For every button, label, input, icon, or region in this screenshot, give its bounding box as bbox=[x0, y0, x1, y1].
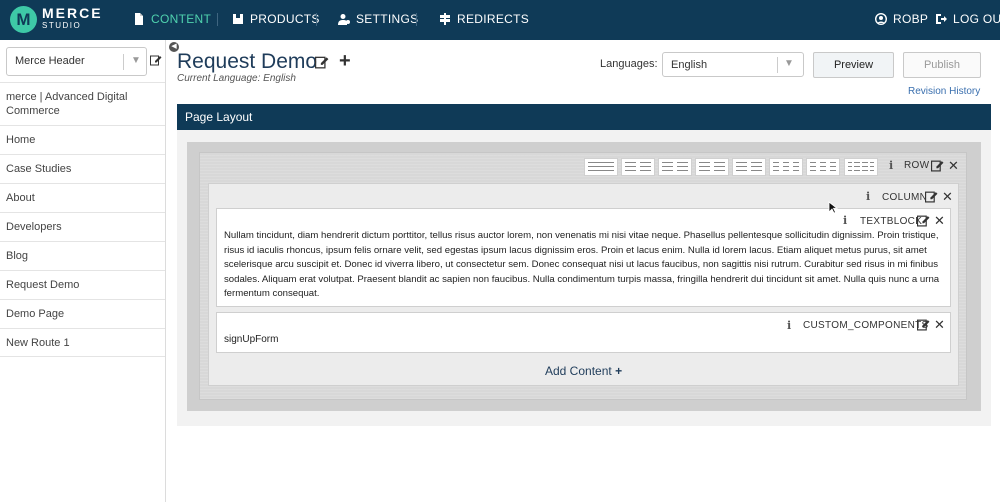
select-divider bbox=[123, 54, 124, 70]
edit-icon[interactable] bbox=[150, 54, 162, 66]
column-preset-6[interactable] bbox=[769, 158, 803, 176]
sidebar-item-new-route-1[interactable]: New Route 1 bbox=[0, 328, 165, 357]
column-preset-1[interactable] bbox=[584, 158, 618, 176]
nav-separator bbox=[217, 13, 218, 26]
sidebar-item-demo-page[interactable]: Demo Page bbox=[0, 299, 165, 328]
sidebar-item-label: Blog bbox=[6, 250, 29, 262]
custom-components-box bbox=[216, 312, 951, 353]
user-gear-icon bbox=[338, 14, 350, 25]
header-select[interactable]: Merce Header ▼ bbox=[6, 47, 147, 76]
column-preset-8[interactable] bbox=[844, 158, 878, 176]
preview-button[interactable]: Preview bbox=[813, 52, 894, 78]
textblock-label: TEXTBLOCK bbox=[860, 216, 923, 227]
textblock-content: Nullam tincidunt, diam hendrerit dictum … bbox=[224, 230, 940, 299]
document-icon bbox=[135, 13, 143, 25]
nav-item-label: REDIRECTS bbox=[457, 12, 530, 26]
box-icon bbox=[233, 14, 243, 24]
add-content-label: Add Content bbox=[545, 364, 612, 378]
sidebar-item-label: Home bbox=[6, 134, 36, 146]
nav-item-settings[interactable]: SETTINGS bbox=[338, 0, 418, 40]
logout-button[interactable]: LOG OUT bbox=[935, 0, 1000, 40]
revision-history-link[interactable]: Revision History bbox=[908, 86, 980, 97]
column-info-icon[interactable]: i bbox=[866, 190, 870, 203]
nav-separator bbox=[316, 13, 317, 26]
sidebar-item-case-studies[interactable]: Case Studies bbox=[0, 154, 165, 183]
language-select[interactable]: English ▼ bbox=[662, 52, 804, 77]
column-close-icon[interactable]: ✕ bbox=[942, 190, 953, 203]
column-preset-5[interactable] bbox=[732, 158, 766, 176]
brand-line-2: STUDIO bbox=[42, 21, 82, 30]
custom-components-info-icon[interactable]: i bbox=[787, 319, 791, 332]
add-content-button[interactable]: Add Content + bbox=[545, 364, 622, 378]
sidebar-item-label: About bbox=[6, 192, 35, 204]
sidebar-item-label: New Route 1 bbox=[6, 337, 70, 349]
sidebar-item-request-demo[interactable]: Request Demo bbox=[0, 270, 165, 299]
column-preset-2[interactable] bbox=[621, 158, 655, 176]
sidebar-item-home[interactable]: Home bbox=[0, 125, 165, 154]
user-menu[interactable]: ROBP bbox=[875, 0, 928, 40]
custom-components-close-icon[interactable]: ✕ bbox=[934, 318, 945, 331]
sidebar-item-developers[interactable]: Developers bbox=[0, 212, 165, 241]
row-edit-icon[interactable] bbox=[931, 159, 944, 172]
languages-label: Languages: bbox=[600, 58, 658, 70]
nav-item-products[interactable]: PRODUCTS bbox=[232, 0, 320, 40]
sidebar-item-label: Request Demo bbox=[6, 279, 80, 291]
column-edit-icon[interactable] bbox=[925, 190, 938, 203]
column-preset-7[interactable] bbox=[806, 158, 840, 176]
custom-components-value: signUpForm bbox=[224, 334, 279, 345]
user-circle-icon bbox=[875, 13, 887, 25]
chevron-down-icon: ▼ bbox=[784, 58, 794, 69]
page-layout-header: Page Layout bbox=[177, 104, 991, 130]
select-divider bbox=[777, 57, 778, 73]
user-name: ROBP bbox=[893, 12, 929, 26]
sidebar-item-label: Developers bbox=[6, 221, 62, 233]
textblock-close-icon[interactable]: ✕ bbox=[934, 214, 945, 227]
column-preset-3[interactable] bbox=[658, 158, 692, 176]
row-label: ROW bbox=[904, 160, 930, 171]
header-select-value: Merce Header bbox=[15, 55, 85, 67]
textblock-info-icon[interactable]: i bbox=[843, 214, 847, 227]
sidebar-item-label: Case Studies bbox=[6, 163, 72, 175]
current-language: Current Language: English bbox=[177, 73, 296, 84]
brand-name: MERCE STUDIO bbox=[42, 6, 103, 31]
add-icon[interactable]: + bbox=[339, 50, 351, 73]
page-title: Request Demo bbox=[177, 50, 318, 73]
nav-item-label: CONTENT bbox=[151, 12, 212, 26]
plus-icon: + bbox=[615, 364, 623, 378]
merce-logo-icon[interactable]: M bbox=[10, 6, 37, 33]
nav-item-label: PRODUCTS bbox=[250, 12, 320, 26]
sidebar-item-label: Demo Page bbox=[6, 308, 65, 320]
textblock-edit-icon[interactable] bbox=[917, 214, 930, 227]
row-close-icon[interactable]: ✕ bbox=[948, 159, 959, 172]
signpost-icon bbox=[440, 13, 450, 25]
custom-components-edit-icon[interactable] bbox=[917, 318, 930, 331]
chevron-down-icon: ▼ bbox=[131, 55, 141, 66]
nav-separator bbox=[416, 13, 417, 26]
publish-button[interactable]: Publish bbox=[903, 52, 981, 78]
row-info-icon[interactable]: i bbox=[889, 159, 893, 172]
nav-item-redirects[interactable]: REDIRECTS bbox=[439, 0, 529, 40]
language-select-value: English bbox=[671, 59, 708, 71]
sidebar-item-merce-home[interactable]: merce | Advanced Digital Commerce bbox=[0, 82, 165, 125]
sidebar-item-label: merce | Advanced Digital Commerce bbox=[6, 91, 128, 117]
logout-icon bbox=[936, 14, 947, 24]
nav-item-content[interactable]: CONTENT bbox=[133, 0, 211, 40]
sidebar-item-blog[interactable]: Blog bbox=[0, 241, 165, 270]
sidebar-item-about[interactable]: About bbox=[0, 183, 165, 212]
nav-item-label: SETTINGS bbox=[356, 12, 419, 26]
mouse-cursor-icon bbox=[828, 201, 838, 214]
sidebar: Merce Header ▼ merce | Advanced Digital … bbox=[0, 40, 166, 502]
logout-label: LOG OUT bbox=[953, 12, 1000, 26]
column-label: COLUMN bbox=[882, 192, 928, 203]
column-preset-4[interactable] bbox=[695, 158, 729, 176]
custom-components-label: CUSTOM_COMPONENTS bbox=[803, 320, 929, 331]
edit-title-icon[interactable] bbox=[315, 55, 329, 69]
brand-line-1: MERCE bbox=[42, 5, 103, 21]
top-navigation-bar: M MERCE STUDIO CONTENT PRODUCTS SETTINGS… bbox=[0, 0, 1000, 40]
